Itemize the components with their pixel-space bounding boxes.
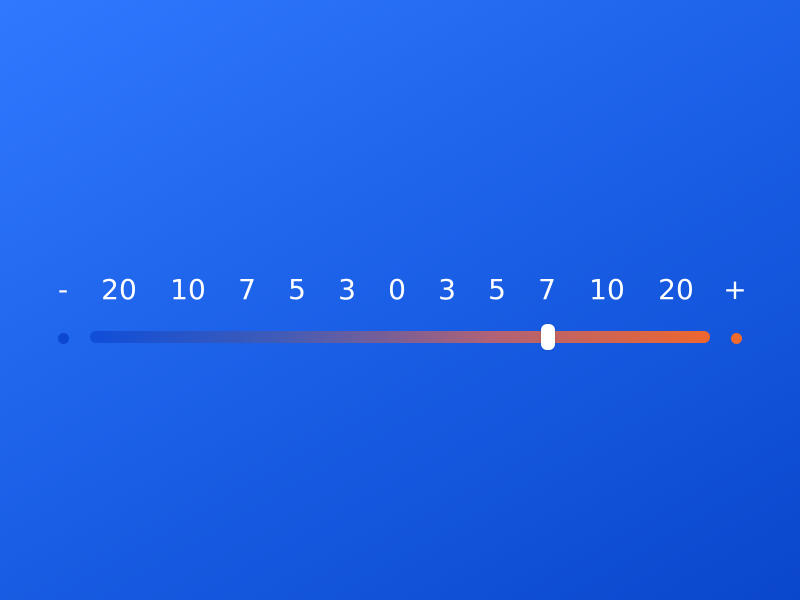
scale-label-neg-3: 3	[338, 273, 356, 306]
scale-label-neg-20: 20	[101, 273, 137, 306]
positive-end-dot	[731, 333, 742, 344]
scale-label-pos-3: 3	[438, 273, 456, 306]
minus-label: -	[57, 273, 69, 306]
scale-label-neg-5: 5	[288, 273, 306, 306]
scale-label-pos-7: 7	[538, 273, 556, 306]
slider-track[interactable]	[90, 331, 710, 343]
scale-label-pos-5: 5	[488, 273, 506, 306]
plus-label: +	[723, 273, 747, 306]
negative-end-dot	[58, 333, 69, 344]
scale-label-zero: 0	[388, 273, 406, 306]
scale-label-neg-10: 10	[170, 273, 206, 306]
scale-label-pos-10: 10	[589, 273, 625, 306]
scale-label-neg-7: 7	[238, 273, 256, 306]
slider-thumb[interactable]	[540, 324, 555, 350]
scale-label-pos-20: 20	[658, 273, 694, 306]
scale-labels: - 20 10 7 5 3 0 3 5 7 10 20 +	[0, 272, 800, 308]
